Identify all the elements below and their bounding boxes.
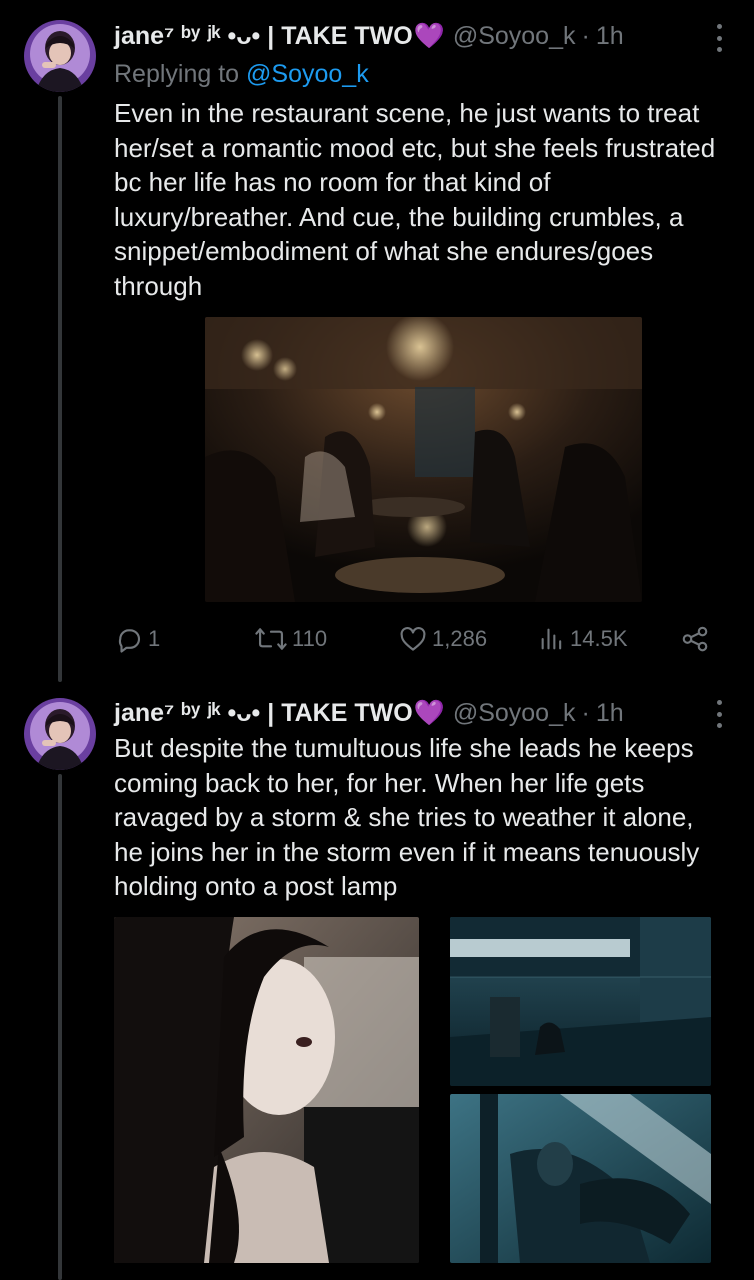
user-handle[interactable]: @Soyoo_k — [453, 699, 576, 727]
tweet-header: jane⁷ ᵇʸ ʲᵏ •ᴗ• | TAKE TWO💜 @Soyoo_k · 1h — [114, 20, 624, 52]
reply-button[interactable]: 1 — [114, 622, 160, 656]
purple-heart-icon: 💜 — [413, 22, 445, 50]
user-handle[interactable]: @Soyoo_k — [453, 22, 576, 50]
avatar[interactable] — [24, 698, 96, 770]
views-chart-icon — [541, 628, 562, 650]
timestamp[interactable]: 1h — [596, 22, 624, 50]
like-button[interactable]: 1,286 — [398, 622, 487, 656]
heart-icon — [400, 627, 426, 651]
views-button[interactable]: 14.5K — [538, 622, 628, 656]
reply-count: 1 — [148, 626, 161, 651]
repost-count: 110 — [292, 626, 328, 651]
timestamp[interactable]: 1h — [596, 699, 624, 727]
tweet-media-image[interactable] — [205, 317, 642, 602]
separator-dot: · — [581, 22, 590, 50]
reply-icon — [118, 629, 141, 653]
repost-icon — [255, 628, 287, 650]
tweet-text: But despite the tumultuous life she lead… — [114, 733, 700, 902]
display-name[interactable]: jane⁷ ᵇʸ ʲᵏ •ᴗ• | TAKE TWO — [114, 22, 413, 50]
tweet-media-image[interactable] — [450, 1094, 711, 1263]
more-vertical-icon[interactable] — [714, 24, 724, 52]
tweet-media-image[interactable] — [114, 917, 419, 1263]
purple-heart-icon: 💜 — [413, 699, 445, 727]
thread-connector-line — [58, 774, 62, 1280]
display-name[interactable]: jane⁷ ᵇʸ ʲᵏ •ᴗ• | TAKE TWO — [114, 699, 413, 727]
tweet-media-image[interactable] — [450, 917, 711, 1086]
more-vertical-icon[interactable] — [714, 700, 724, 728]
view-count: 14.5K — [570, 626, 628, 651]
repost-button[interactable]: 110 — [254, 622, 327, 656]
tweet-header: jane⁷ ᵇʸ ʲᵏ •ᴗ• | TAKE TWO💜 @Soyoo_k · 1h — [114, 697, 624, 729]
share-button[interactable] — [680, 622, 710, 656]
thread-connector-line — [58, 96, 62, 682]
share-icon — [682, 626, 708, 652]
like-count: 1,286 — [432, 626, 488, 651]
tweet-text: Even in the restaurant scene, he just wa… — [114, 98, 716, 301]
avatar[interactable] — [24, 20, 96, 92]
mention-link[interactable]: @Soyoo_k — [246, 60, 369, 88]
tweet-actions: 1 110 1,286 14.5K — [114, 622, 714, 656]
replying-to: Replying to @Soyoo_k — [114, 58, 369, 90]
replying-to-label: Replying to — [114, 60, 240, 88]
separator-dot: · — [581, 699, 590, 727]
